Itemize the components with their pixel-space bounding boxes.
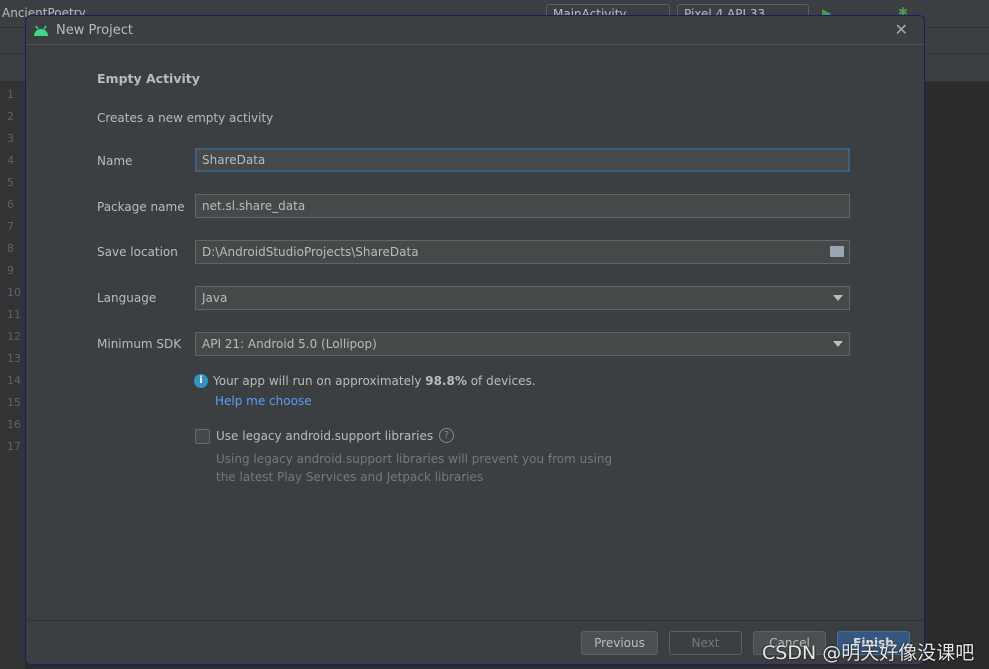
package-input[interactable] [195, 194, 850, 218]
device-coverage-text: Your app will run on approximately 98.8%… [213, 374, 536, 388]
line-number: 6 [7, 198, 14, 211]
coverage-percent: 98.8% [425, 374, 467, 388]
line-number: 7 [7, 220, 14, 233]
name-label: Name [97, 154, 133, 168]
location-input[interactable]: D:\AndroidStudioProjects\ShareData [195, 240, 850, 264]
line-number: 9 [7, 264, 14, 277]
line-number: 1 [7, 88, 14, 101]
line-number: 2 [7, 110, 14, 123]
watermark: CSDN @明天好像没课吧 [762, 642, 975, 664]
help-me-choose-link[interactable]: Help me choose [215, 394, 312, 408]
next-button[interactable]: Next [669, 631, 742, 655]
language-select[interactable]: Java [195, 286, 850, 310]
template-heading: Empty Activity [97, 71, 200, 86]
line-number: 13 [7, 352, 21, 365]
legacy-hint: Using legacy android.support libraries w… [216, 450, 612, 486]
line-number: 16 [7, 418, 21, 431]
coverage-suffix: of devices. [466, 374, 536, 388]
line-gutter: 1 2 3 4 5 6 7 8 9 10 11 12 13 14 15 16 17 [0, 82, 25, 669]
line-number: 12 [7, 330, 21, 343]
legacy-hint-line: Using legacy android.support libraries w… [216, 452, 613, 466]
template-description: Creates a new empty activity [97, 111, 274, 125]
sdk-select[interactable]: API 21: Android 5.0 (Lollipop) [195, 332, 850, 356]
folder-icon[interactable] [830, 246, 844, 257]
chevron-down-icon [833, 341, 843, 347]
legacy-libraries-label[interactable]: Use legacy android.support libraries [216, 429, 433, 443]
package-label: Package name [97, 200, 185, 214]
coverage-prefix: Your app will run on approximately [213, 374, 426, 388]
previous-button[interactable]: Previous [581, 631, 658, 655]
language-value: Java [202, 291, 228, 305]
name-input[interactable] [195, 148, 850, 172]
sdk-label: Minimum SDK [97, 337, 182, 351]
dialog-title: New Project [56, 23, 133, 38]
line-number: 17 [7, 440, 21, 453]
line-number: 8 [7, 242, 14, 255]
dialog-titlebar: New Project ✕ [26, 16, 924, 45]
help-icon[interactable]: ? [439, 428, 454, 443]
line-number: 15 [7, 396, 21, 409]
location-value: D:\AndroidStudioProjects\ShareData [202, 245, 419, 259]
chevron-down-icon [833, 295, 843, 301]
close-icon[interactable]: ✕ [895, 20, 908, 39]
location-label: Save location [97, 245, 178, 259]
line-number: 10 [7, 286, 21, 299]
android-icon [34, 25, 48, 36]
info-icon: i [194, 374, 208, 388]
language-label: Language [97, 291, 157, 305]
line-number: 3 [7, 132, 14, 145]
legacy-hint-line: the latest Play Services and Jetpack lib… [216, 470, 484, 484]
sdk-value: API 21: Android 5.0 (Lollipop) [202, 337, 377, 351]
line-number: 5 [7, 176, 14, 189]
line-number: 11 [7, 308, 21, 321]
new-project-dialog: New Project ✕ Empty Activity Creates a n… [25, 15, 925, 665]
line-number: 4 [7, 154, 14, 167]
legacy-libraries-checkbox[interactable] [195, 429, 210, 444]
line-number: 14 [7, 374, 21, 387]
